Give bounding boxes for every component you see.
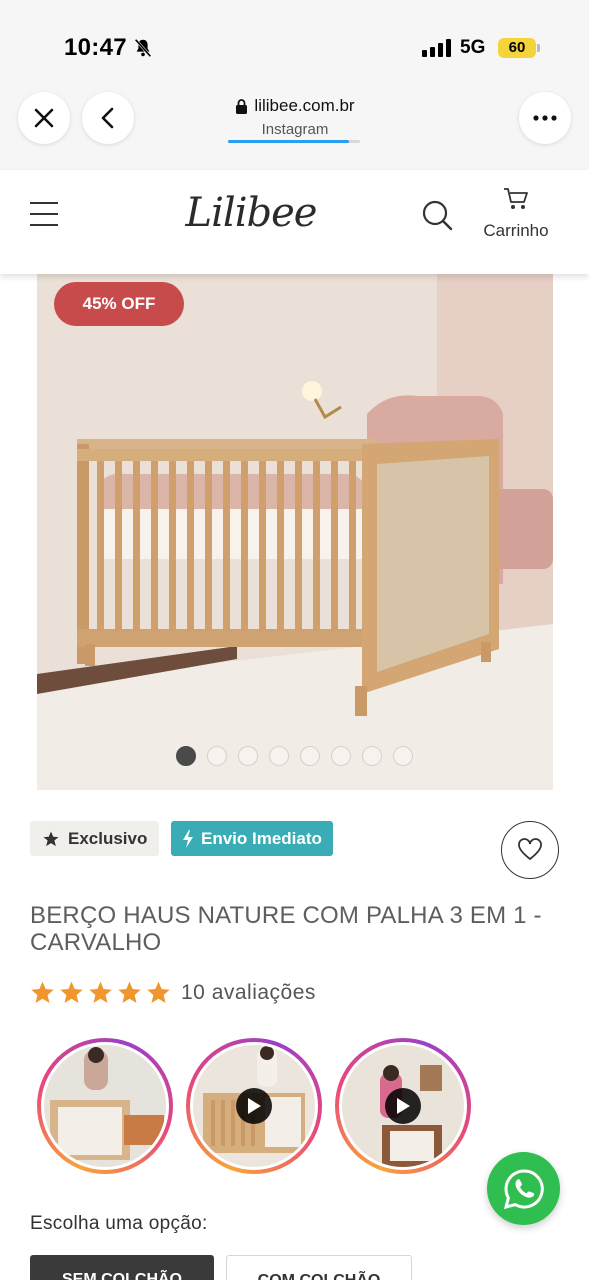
star-icon xyxy=(31,981,54,1003)
product-rating[interactable]: 10 avaliações xyxy=(30,980,316,1005)
cart-label: Carrinho xyxy=(483,221,549,240)
status-bar: 10:47 5G 60 xyxy=(0,0,589,72)
close-icon xyxy=(34,108,54,128)
heart-icon xyxy=(518,838,542,861)
gallery-dot[interactable] xyxy=(362,746,382,766)
gallery-dot[interactable] xyxy=(269,746,289,766)
cart-button[interactable]: Carrinho xyxy=(478,186,554,241)
gallery-dot[interactable] xyxy=(331,746,351,766)
video-story[interactable] xyxy=(37,1038,173,1174)
crib-photo xyxy=(37,274,553,790)
lock-icon xyxy=(236,99,248,114)
url-source: Instagram xyxy=(261,121,329,138)
network-label: 5G xyxy=(460,37,486,58)
option-without-mattress[interactable]: SEM COLCHÃO xyxy=(30,1255,214,1280)
search-icon[interactable] xyxy=(420,198,454,232)
video-story[interactable] xyxy=(186,1038,322,1174)
favorite-button[interactable] xyxy=(501,821,559,879)
option-label: Escolha uma opção: xyxy=(30,1213,208,1234)
gallery-dot[interactable] xyxy=(176,746,196,766)
loading-progress xyxy=(228,140,360,143)
battery-tip xyxy=(537,44,540,52)
cart-icon xyxy=(504,188,528,209)
brand-logo[interactable]: Lilibee xyxy=(176,178,326,248)
lightning-icon xyxy=(183,829,193,848)
url-domain: lilibee.com.br xyxy=(254,96,355,115)
reviews-count[interactable]: 10 avaliações xyxy=(181,981,316,1005)
back-button[interactable] xyxy=(82,92,134,144)
gallery-dot[interactable] xyxy=(207,746,227,766)
story-thumbnail xyxy=(44,1045,166,1167)
status-time: 10:47 xyxy=(64,34,127,61)
bell-muted-icon xyxy=(134,38,152,58)
story-thumbnail xyxy=(193,1045,315,1167)
shipping-tag: Envio Imediato xyxy=(171,821,333,856)
star-icon xyxy=(60,981,83,1003)
option-with-mattress[interactable]: COM COLCHÃO xyxy=(226,1255,412,1280)
chevron-left-icon xyxy=(101,107,114,129)
product-title: BERÇO HAUS NATURE COM PALHA 3 EM 1 - CAR… xyxy=(30,902,542,956)
whatsapp-icon xyxy=(503,1168,544,1209)
gallery-dot[interactable] xyxy=(300,746,320,766)
exclusive-tag: Exclusivo xyxy=(30,821,160,856)
product-image[interactable] xyxy=(37,274,553,790)
exclusive-label: Exclusivo xyxy=(68,828,148,848)
story-thumbnail xyxy=(342,1045,464,1167)
star-icon xyxy=(118,981,141,1003)
site-header: Lilibee Carrinho xyxy=(0,170,589,274)
video-story[interactable] xyxy=(335,1038,471,1174)
gallery-pagination[interactable] xyxy=(176,746,413,766)
gallery-dot[interactable] xyxy=(393,746,413,766)
more-icon xyxy=(533,115,557,121)
gallery-dot[interactable] xyxy=(238,746,258,766)
play-icon xyxy=(236,1088,272,1124)
discount-badge: 45% OFF xyxy=(54,282,184,326)
browser-bar: lilibee.com.br Instagram xyxy=(0,72,589,170)
battery-icon: 60 xyxy=(498,38,536,58)
url-area[interactable]: lilibee.com.br Instagram xyxy=(200,96,390,143)
star-icon xyxy=(43,831,59,846)
star-icon xyxy=(89,981,112,1003)
signal-icon xyxy=(422,39,451,57)
close-button[interactable] xyxy=(18,92,70,144)
play-icon xyxy=(385,1088,421,1124)
shipping-label: Envio Imediato xyxy=(201,828,322,848)
star-icon xyxy=(147,981,170,1003)
whatsapp-button[interactable] xyxy=(487,1152,560,1225)
menu-icon[interactable] xyxy=(30,202,58,228)
more-button[interactable] xyxy=(519,92,571,144)
